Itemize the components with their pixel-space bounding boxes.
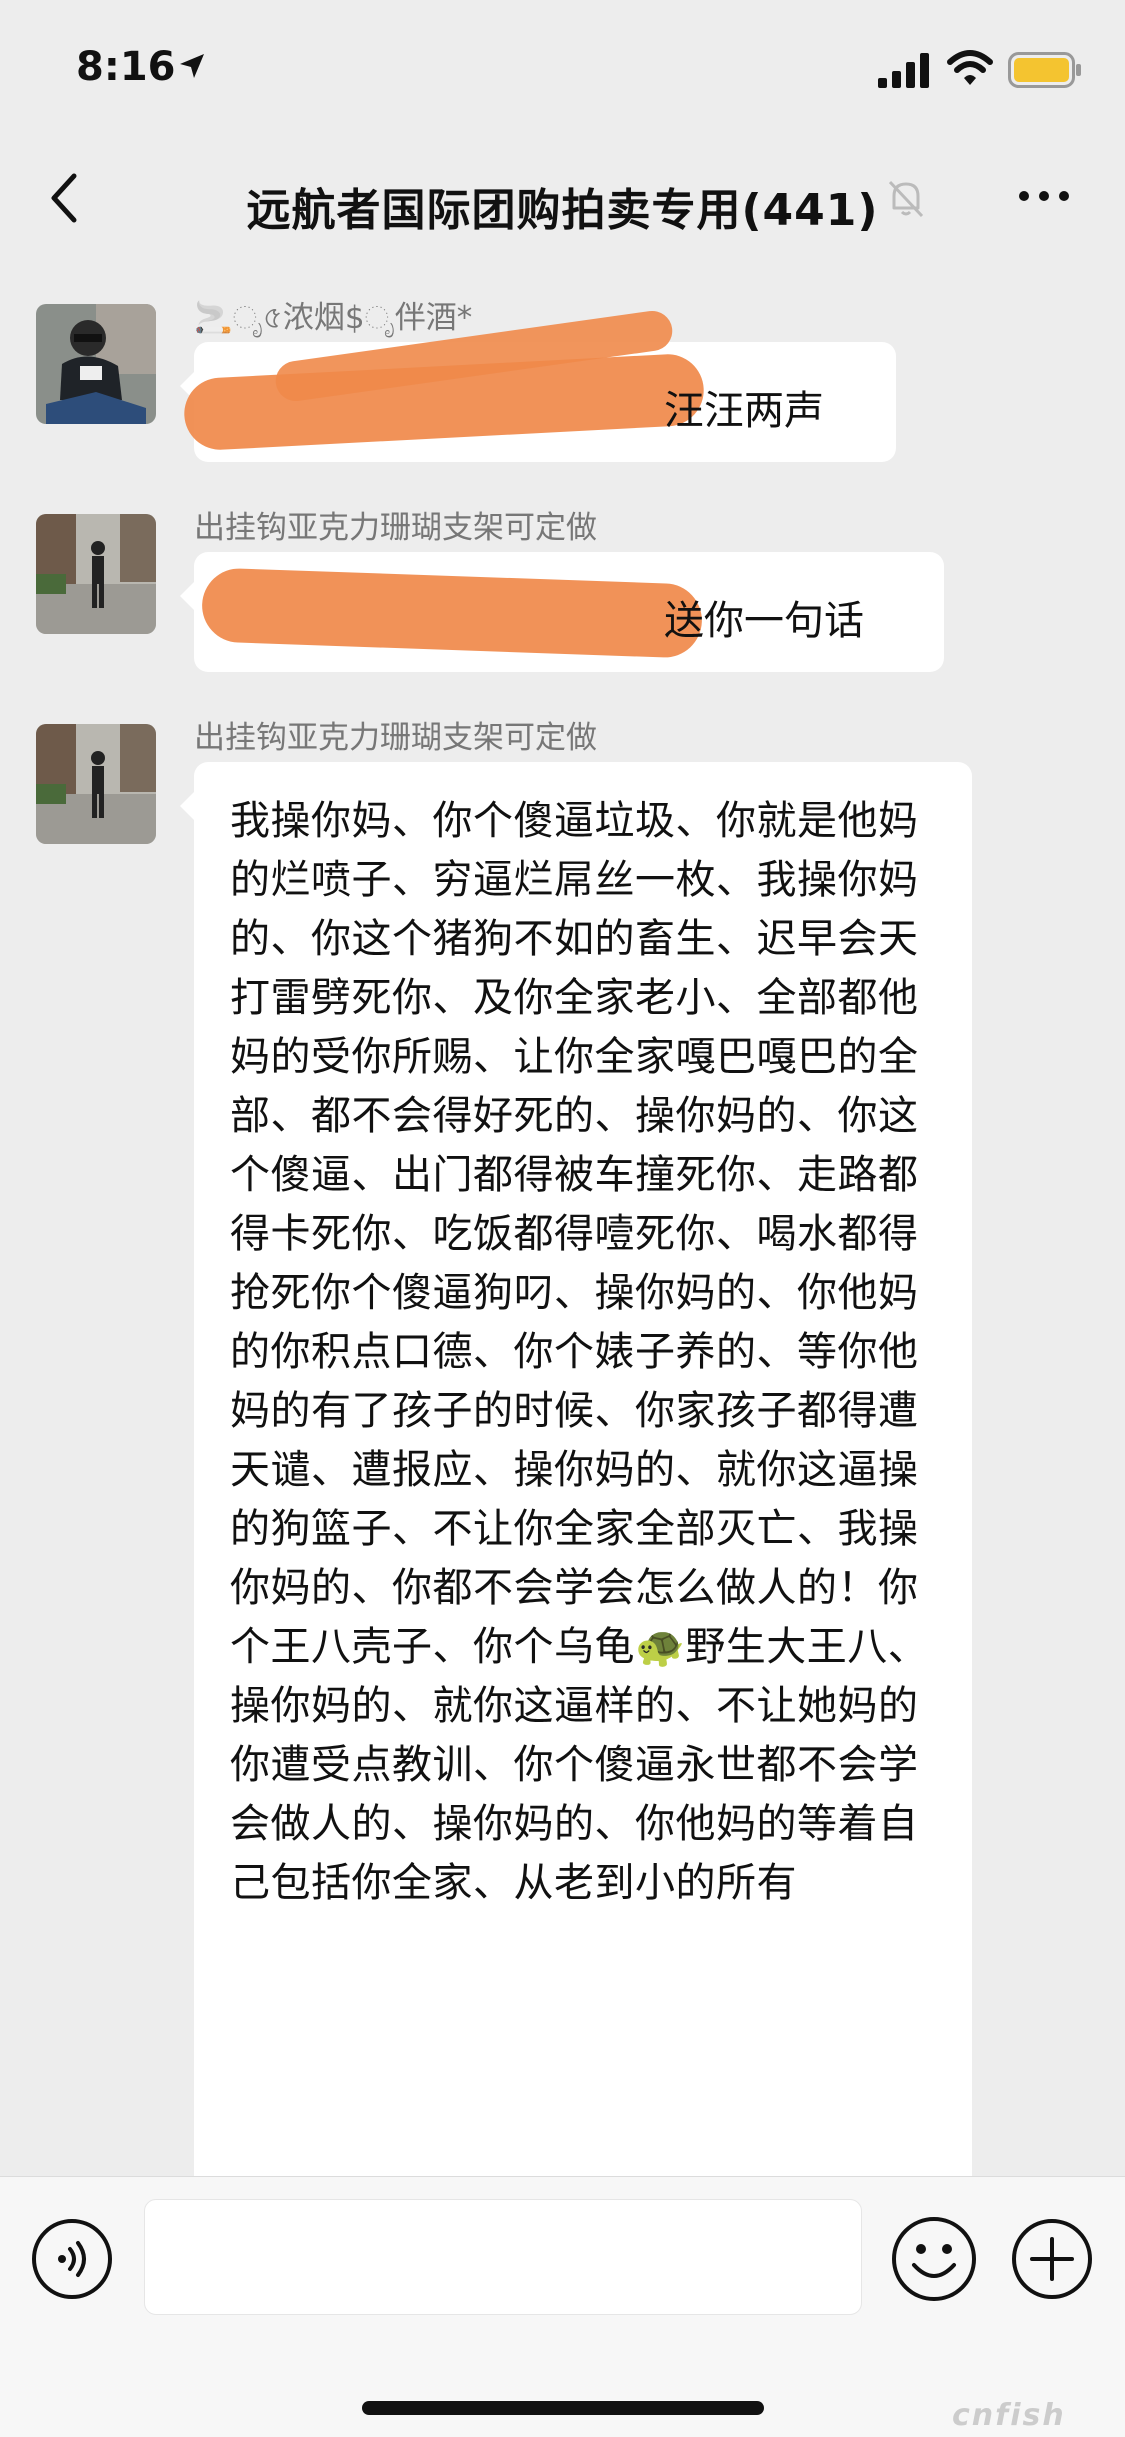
emoji-icon[interactable] (890, 2215, 978, 2303)
cellular-signal-icon (878, 53, 929, 88)
message-bubble[interactable]: 我操你妈、你个傻逼垃圾、你就是他妈的烂喷子、穷逼烂屌丝一枚、我操你妈的、你这个猪… (180, 762, 972, 2262)
status-time: 8:16 (76, 44, 176, 90)
message-text: 送你一句话 (664, 598, 864, 644)
more-options-icon[interactable] (1016, 186, 1072, 206)
message-text: 我操你妈、你个傻逼垃圾、你就是他妈的烂喷子、穷逼烂屌丝一枚、我操你妈的、你这个猪… (230, 798, 929, 1906)
site-watermark: cnfish (952, 2398, 1066, 2433)
message-bubble[interactable]: 送你一句话 (180, 552, 944, 672)
add-attachment-icon[interactable] (1010, 2217, 1094, 2301)
message-bubble[interactable]: 汪汪两声 (180, 308, 896, 462)
sender-name: 🚬ೃ৫浓烟$ೃ伴酒* (194, 300, 473, 336)
chat-title: 远航者国际团购拍卖专用(441) (246, 185, 879, 236)
wifi-icon (947, 50, 993, 85)
avatar[interactable] (36, 724, 156, 844)
status-bar: 8:16 (0, 0, 1125, 140)
redaction-scribble (200, 567, 704, 659)
message-input[interactable] (144, 2199, 862, 2315)
voice-input-icon[interactable] (30, 2217, 114, 2301)
sender-name: 出挂钩亚克力珊瑚支架可定做 (194, 720, 597, 756)
avatar[interactable] (36, 514, 156, 634)
avatar[interactable] (36, 304, 156, 424)
chat-header: 远航者国际团购拍卖专用(441) (0, 140, 1125, 256)
sender-name: 出挂钩亚克力珊瑚支架可定做 (194, 510, 597, 546)
muted-bell-icon (888, 180, 924, 218)
location-arrow-icon (180, 54, 204, 78)
home-indicator[interactable] (362, 2401, 764, 2415)
message-text: 汪汪两声 (664, 388, 824, 434)
battery-icon (1008, 52, 1081, 88)
